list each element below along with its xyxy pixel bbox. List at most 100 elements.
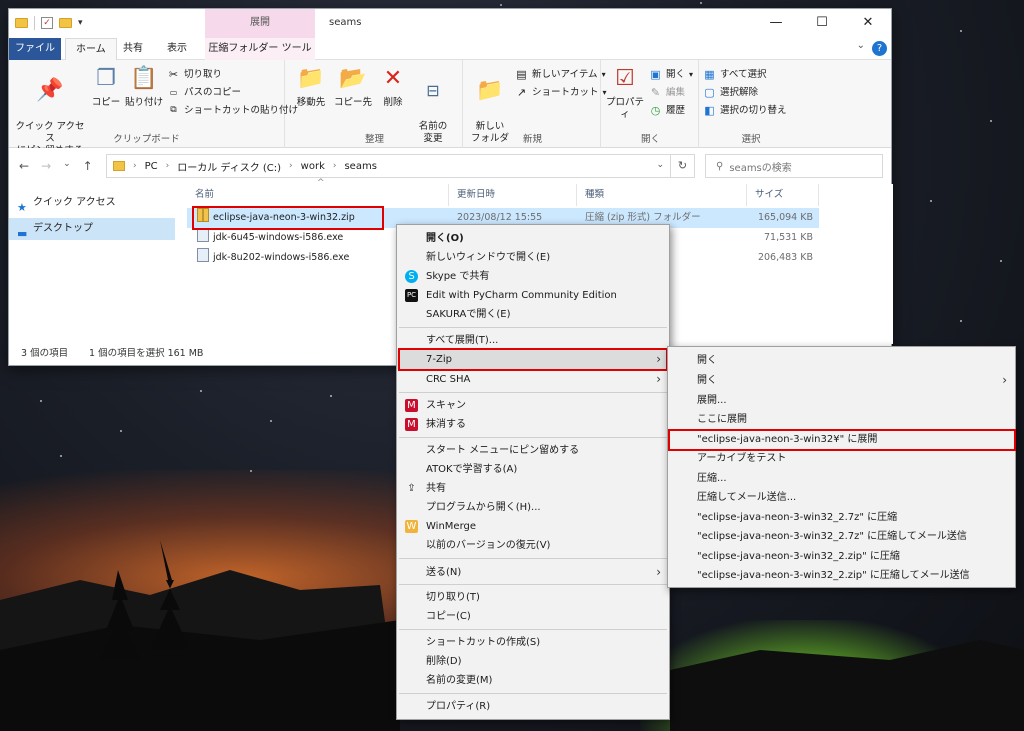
menu-item-share[interactable]: ⇪ 共有 bbox=[397, 479, 669, 498]
paste-button[interactable]: 📋 貼り付け bbox=[125, 64, 163, 109]
ribbon: 📌 クイック アクセス にピン留めする ❐ コピー 📋 貼り付け ✂ 切り取り … bbox=[9, 60, 891, 156]
menu-item-properties[interactable]: プロパティ(R) bbox=[397, 697, 669, 716]
submenu-item-compress-zip[interactable]: "eclipse-java-neon-3-win32_2.zip" に圧縮 bbox=[668, 547, 1015, 566]
history-button[interactable]: ◷ 履歴 bbox=[649, 102, 685, 119]
menu-item-send-to[interactable]: 送る(N) › bbox=[397, 563, 669, 582]
collapse-ribbon-icon[interactable]: ⌄ bbox=[857, 40, 865, 51]
menu-item-cut[interactable]: 切り取り(T) bbox=[397, 588, 669, 607]
select-group-label: 選択 bbox=[741, 134, 761, 145]
column-header-type[interactable]: 種類 bbox=[577, 184, 747, 206]
minimize-button[interactable]: — bbox=[753, 9, 799, 38]
menu-item-rename[interactable]: 名前の変更(M) bbox=[397, 671, 669, 690]
chevron-right-icon: › bbox=[1002, 373, 1007, 387]
forward-arrow-icon[interactable]: → bbox=[41, 159, 51, 173]
properties-button[interactable]: ☑ プロパティ bbox=[605, 64, 645, 121]
new-item-icon: ▤ bbox=[516, 68, 527, 81]
tab-compressed-folder-tools[interactable]: 圧縮フォルダー ツール bbox=[205, 38, 315, 60]
invert-selection-label: 選択の切り替え bbox=[720, 105, 787, 116]
edit-label: 編集 bbox=[666, 87, 686, 98]
menu-item-atok[interactable]: ATOKで学習する(A) bbox=[397, 460, 669, 479]
shortcut-button[interactable]: ↗ ショートカット ▾ bbox=[515, 84, 607, 101]
select-all-icon: ▦ bbox=[704, 68, 715, 81]
copy-path-button[interactable]: ▭ パスのコピー bbox=[167, 84, 241, 101]
column-header-name[interactable]: 名前 bbox=[187, 184, 449, 206]
new-group: 📁 新しい フォルダー ▤ 新しいアイテム ▾ ↗ ショートカット ▾ 新規 bbox=[465, 60, 607, 156]
submenu-item-test-archive[interactable]: アーカイブをテスト bbox=[668, 449, 1015, 468]
menu-item-restore-versions[interactable]: 以前のバージョンの復元(V) bbox=[397, 536, 669, 555]
move-to-button[interactable]: 📁 移動先 bbox=[291, 64, 331, 109]
submenu-item-extract-files[interactable]: 展開... bbox=[668, 391, 1015, 410]
tab-share[interactable]: 共有 bbox=[113, 38, 153, 60]
menu-item-pin-start[interactable]: スタート メニューにピン留めする bbox=[397, 441, 669, 460]
address-bar[interactable]: › PC › ローカル ディスク (C:) › work › seams ⌄ ↻ bbox=[106, 154, 695, 178]
new-folder-icon[interactable] bbox=[59, 18, 72, 28]
paste-shortcut-button[interactable]: ⧉ ショートカットの貼り付け bbox=[167, 102, 298, 119]
nav-item-desktop[interactable]: ▬ デスクトップ bbox=[9, 218, 175, 240]
menu-item-create-shortcut[interactable]: ショートカットの作成(S) bbox=[397, 633, 669, 652]
maximize-button[interactable]: ☐ bbox=[799, 9, 845, 38]
submenu-item-open[interactable]: 開く bbox=[668, 351, 1015, 370]
select-all-button[interactable]: ▦ すべて選択 bbox=[703, 66, 766, 83]
chevron-right-icon: › bbox=[656, 372, 661, 386]
submenu-item-extract-here[interactable]: ここに展開 bbox=[668, 410, 1015, 429]
paste-icon: 📋 bbox=[130, 66, 158, 91]
menu-item-open-new-window[interactable]: 新しいウィンドウで開く(E) bbox=[397, 248, 669, 267]
search-input[interactable]: ⚲ seamsの検索 bbox=[705, 154, 883, 178]
address-dropdown-icon[interactable]: ⌄ bbox=[656, 160, 664, 170]
open-button[interactable]: ▣ 開く ▾ bbox=[649, 66, 693, 83]
paste-shortcut-icon: ⧉ bbox=[170, 105, 177, 115]
submenu-item-compress-zip-email[interactable]: "eclipse-java-neon-3-win32_2.zip" に圧縮してメ… bbox=[668, 566, 1015, 585]
clipboard-group-label: クリップボード bbox=[113, 134, 180, 145]
close-button[interactable]: ✕ bbox=[845, 9, 891, 38]
open-icon: ▣ bbox=[650, 68, 661, 81]
column-header-date[interactable]: 更新日時 bbox=[449, 184, 577, 206]
breadcrumb-pc[interactable]: PC bbox=[145, 161, 158, 172]
copy-to-button[interactable]: 📂 コピー先 bbox=[333, 64, 373, 109]
menu-item-open[interactable]: 開く(O) bbox=[397, 229, 669, 248]
menu-item-open-with[interactable]: プログラムから開く(H)... bbox=[397, 498, 669, 517]
menu-item-winmerge[interactable]: W WinMerge bbox=[397, 517, 669, 536]
tab-view[interactable]: 表示 bbox=[157, 38, 197, 60]
new-item-button[interactable]: ▤ 新しいアイテム ▾ bbox=[515, 66, 605, 83]
refresh-icon[interactable]: ↻ bbox=[670, 155, 694, 177]
submenu-item-compress-7z[interactable]: "eclipse-java-neon-3-win32_2.7z" に圧縮 bbox=[668, 508, 1015, 527]
menu-item-copy[interactable]: コピー(C) bbox=[397, 607, 669, 626]
submenu-item-compress-7z-email[interactable]: "eclipse-java-neon-3-win32_2.7z" に圧縮してメー… bbox=[668, 527, 1015, 546]
help-icon[interactable]: ? bbox=[872, 41, 887, 56]
invert-selection-button[interactable]: ◧ 選択の切り替え bbox=[703, 102, 787, 119]
edit-icon: ✎ bbox=[650, 86, 661, 99]
tab-file[interactable]: ファイル bbox=[9, 38, 61, 60]
ribbon-tabs: ファイル ホーム 共有 表示 圧縮フォルダー ツール ⌄ ? bbox=[9, 38, 891, 60]
exe-file-icon bbox=[197, 228, 209, 242]
submenu-item-add-to-archive[interactable]: 圧縮... bbox=[668, 469, 1015, 488]
submenu-item-open-as[interactable]: 開く › bbox=[668, 371, 1015, 390]
menu-item-skype-share[interactable]: S Skype で共有 bbox=[397, 267, 669, 286]
7zip-submenu: 開く 開く › 展開... ここに展開 "eclipse-java-neon-3-… bbox=[667, 346, 1016, 588]
menu-item-delete[interactable]: 削除(D) bbox=[397, 652, 669, 671]
cut-button[interactable]: ✂ 切り取り bbox=[167, 66, 222, 83]
menu-item-crc-sha[interactable]: CRC SHA › bbox=[397, 370, 669, 389]
breadcrumb-local-disk[interactable]: ローカル ディスク (C:) bbox=[177, 159, 281, 174]
up-arrow-icon[interactable]: ↑ bbox=[83, 159, 93, 173]
nav-item-quick-access[interactable]: ★ クイック アクセス bbox=[9, 192, 175, 214]
copy-button[interactable]: ❐ コピー bbox=[89, 64, 123, 109]
properties-check-icon[interactable]: ✓ bbox=[41, 17, 53, 29]
copy-folder-icon: 📂 bbox=[339, 66, 367, 91]
tab-home[interactable]: ホーム bbox=[65, 38, 117, 60]
column-header-size[interactable]: サイズ bbox=[747, 184, 819, 206]
delete-button[interactable]: ✕ 削除 bbox=[377, 64, 409, 109]
menu-item-pycharm[interactable]: PC Edit with PyCharm Community Edition bbox=[397, 286, 669, 305]
select-none-button[interactable]: ▢ 選択解除 bbox=[703, 84, 758, 101]
customize-qat-chevron-icon[interactable]: ▾ bbox=[78, 18, 83, 28]
new-item-label: 新しいアイテム bbox=[532, 69, 598, 80]
recent-chevron-icon[interactable]: ⌄ bbox=[63, 159, 71, 173]
menu-item-scan[interactable]: M スキャン bbox=[397, 396, 669, 415]
breadcrumb-seams[interactable]: seams bbox=[344, 161, 376, 172]
menu-item-shred[interactable]: M 抹消する bbox=[397, 415, 669, 434]
menu-item-sakura[interactable]: SAKURAで開く(E) bbox=[397, 305, 669, 324]
breadcrumb-work[interactable]: work bbox=[301, 161, 325, 172]
desktop-icon: ▬ bbox=[17, 227, 28, 240]
back-arrow-icon[interactable]: ← bbox=[19, 159, 29, 173]
edit-button[interactable]: ✎ 編集 bbox=[649, 84, 685, 101]
submenu-item-compress-email[interactable]: 圧縮してメール送信... bbox=[668, 488, 1015, 507]
